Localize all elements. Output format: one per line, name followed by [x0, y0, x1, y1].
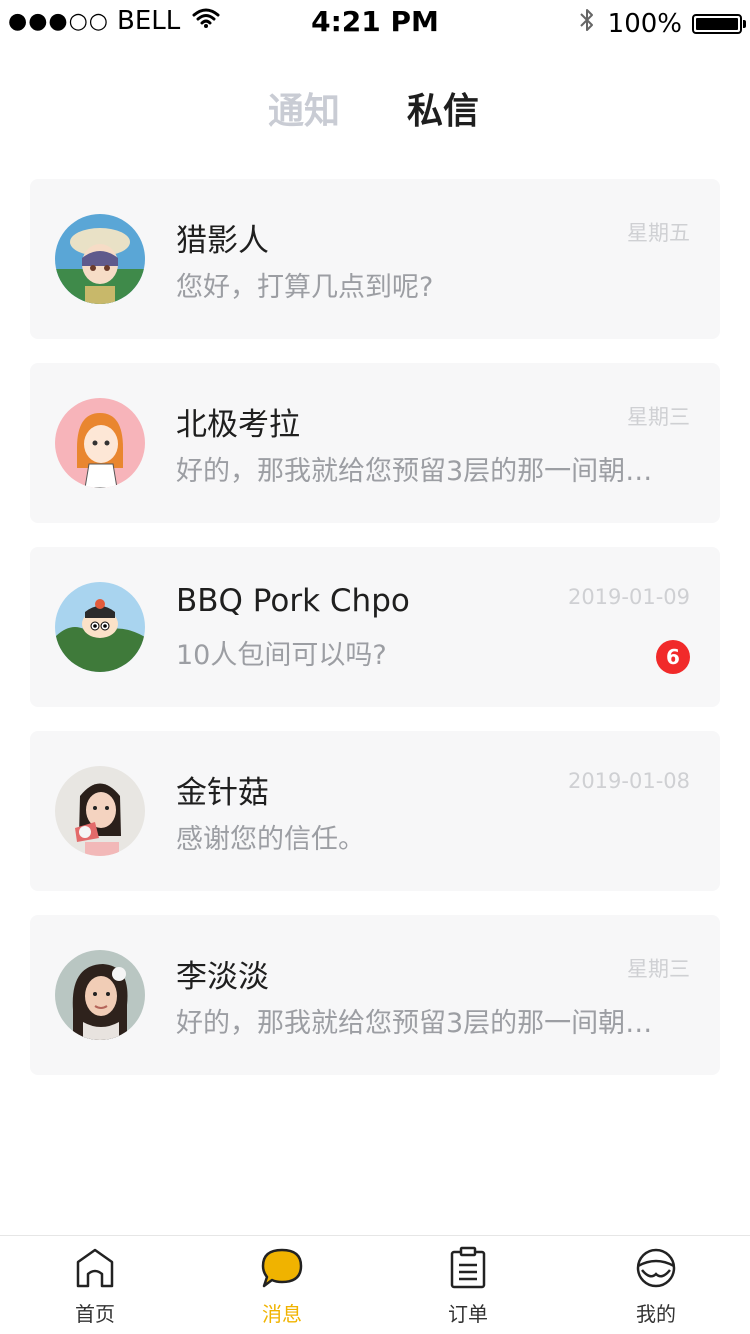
- conversation-list: 猎影人 您好，打算几点到呢? 星期五 北极考拉 好的，那我就给您预留3层的那一间…: [30, 179, 720, 1099]
- message-time: 星期五: [627, 221, 690, 245]
- battery-percent: 100%: [607, 8, 682, 39]
- status-right: 100%: [578, 6, 746, 41]
- bottom-tab-bar: 首页 消息 订单 我的: [0, 1235, 750, 1334]
- battery-icon: [692, 13, 746, 34]
- message-time: 2019-01-08: [567, 769, 690, 793]
- conversation-item[interactable]: 李淡淡 好的，那我就给您预留3层的那一间朝南的包间 星期三: [30, 915, 720, 1075]
- contact-name: 猎影人: [176, 223, 269, 259]
- contact-name: BBQ Pork Chpo: [176, 583, 410, 619]
- message-preview: 感谢您的信任。: [176, 824, 365, 855]
- tabbar-orders-label: 订单: [448, 1302, 488, 1326]
- tab-messages[interactable]: 私信: [407, 82, 479, 134]
- contact-name: 金针菇: [176, 775, 269, 811]
- clipboard-icon: [450, 1246, 486, 1289]
- avatar: [55, 766, 145, 856]
- home-icon: [76, 1248, 114, 1288]
- message-preview: 好的，那我就给您预留3层的那一间朝南的包间: [176, 1008, 676, 1039]
- avatar: [55, 214, 145, 304]
- conversation-item[interactable]: 金针菇 感谢您的信任。 2019-01-08: [30, 731, 720, 891]
- top-tabs: 通知 私信: [0, 82, 750, 132]
- avatar: [55, 950, 145, 1040]
- tabbar-orders[interactable]: 订单: [413, 1246, 523, 1327]
- tabbar-messages-label: 消息: [262, 1302, 302, 1326]
- tabbar-mine-label: 我的: [636, 1302, 676, 1326]
- tabbar-home[interactable]: 首页: [40, 1246, 150, 1327]
- contact-name: 北极考拉: [176, 407, 300, 443]
- chat-bubble-icon: [261, 1248, 303, 1288]
- tabbar-home-label: 首页: [75, 1302, 115, 1326]
- message-preview: 好的，那我就给您预留3层的那一间朝南的包间: [176, 456, 676, 487]
- conversation-item[interactable]: 北极考拉 好的，那我就给您预留3层的那一间朝南的包间 星期三: [30, 363, 720, 523]
- bluetooth-icon: [578, 6, 596, 41]
- avatar: [55, 582, 145, 672]
- message-time: 星期三: [627, 957, 690, 981]
- profile-icon: [636, 1248, 676, 1288]
- unread-badge: 6: [656, 640, 690, 674]
- message-time: 星期三: [627, 405, 690, 429]
- tab-notifications[interactable]: 通知: [268, 82, 340, 134]
- tabbar-messages[interactable]: 消息: [227, 1246, 337, 1327]
- message-preview: 10人包间可以吗?: [176, 640, 387, 671]
- conversation-item[interactable]: BBQ Pork Chpo 10人包间可以吗? 2019-01-09 6: [30, 547, 720, 707]
- status-bar: ●●●○○ BELL 4:21 PM 100%: [0, 0, 750, 42]
- contact-name: 李淡淡: [176, 959, 269, 995]
- message-preview: 您好，打算几点到呢?: [176, 272, 434, 303]
- avatar: [55, 398, 145, 488]
- message-time: 2019-01-09: [567, 585, 690, 609]
- conversation-item[interactable]: 猎影人 您好，打算几点到呢? 星期五: [30, 179, 720, 339]
- tabbar-mine[interactable]: 我的: [601, 1246, 711, 1327]
